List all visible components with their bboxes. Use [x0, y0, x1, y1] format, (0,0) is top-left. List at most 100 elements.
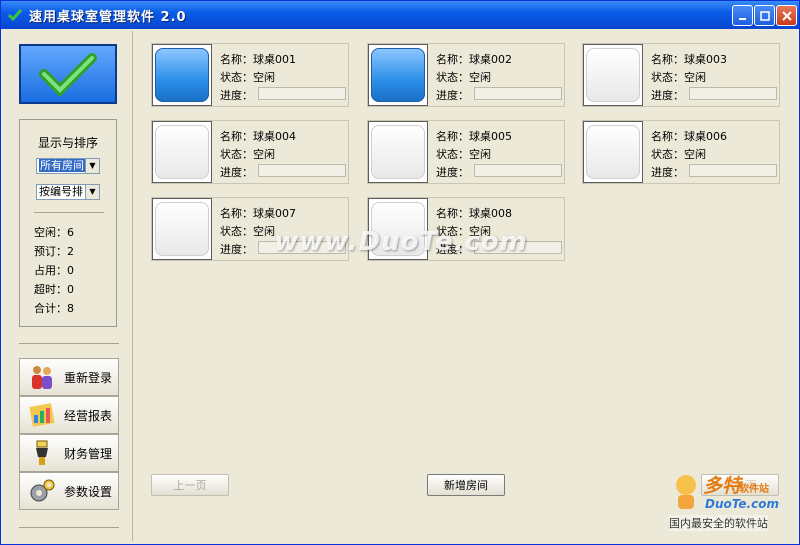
filter-panel: 显示与排序 所有房间 ▼ 按编号排 ▼ 空闲：6 预订：2 占用：0 超时：0 …: [19, 119, 117, 327]
mascot-icon: [676, 475, 696, 509]
table-progress-row: 进度：: [436, 164, 469, 180]
table-progress-row: 进度：: [220, 87, 253, 103]
sidebar: 显示与排序 所有房间 ▼ 按编号排 ▼ 空闲：6 预订：2 占用：0 超时：0 …: [7, 31, 133, 541]
table-name-row: 名称：球桌004: [220, 128, 296, 144]
name-label: 名称：: [436, 130, 469, 143]
table-status-row: 状态：空闲: [220, 69, 275, 85]
table-card[interactable]: 名称：球桌006 状态：空闲 进度：: [582, 120, 780, 184]
name-label: 名称：: [436, 207, 469, 220]
table-name: 球桌004: [253, 130, 296, 143]
table-status: 空闲: [684, 71, 706, 84]
finance-button[interactable]: 财务管理: [19, 434, 119, 472]
app-window: 速用桌球室管理软件 2.0 显示与排序 所有房间 ▼ 按编号排 ▼ 空闲：6 预…: [0, 0, 800, 545]
table-name: 球桌008: [469, 207, 512, 220]
minimize-button[interactable]: [732, 5, 753, 26]
table-name: 球桌007: [253, 207, 296, 220]
table-grid: 名称：球桌001 状态：空闲 进度： 名称：球桌002 状态：空闲 进度： 名称：球桌003…: [141, 31, 796, 541]
table-status-row: 状态：空闲: [436, 69, 491, 85]
table-progress-row: 进度：: [651, 87, 684, 103]
chevron-down-icon[interactable]: ▼: [85, 159, 99, 173]
brand-slogan: 国内最安全的软件站: [669, 515, 768, 531]
name-label: 名称：: [436, 53, 469, 66]
table-card[interactable]: 名称：球桌001 状态：空闲 进度：: [151, 43, 349, 107]
table-status-row: 状态：空闲: [651, 69, 706, 85]
nav-label: 财务管理: [64, 446, 113, 461]
sort-select[interactable]: 按编号排 ▼: [36, 184, 100, 200]
nav-buttons: 重新登录 经营报表 财务管理 参数设置: [19, 358, 119, 510]
table-card[interactable]: 名称：球桌003 状态：空闲 进度：: [582, 43, 780, 107]
name-label: 名称：: [651, 53, 684, 66]
table-progress-bar: [689, 164, 777, 177]
table-progress-bar: [258, 164, 346, 177]
status-label: 状态：: [651, 148, 684, 161]
stat-total: 合计：8: [34, 302, 74, 315]
table-thumbnail[interactable]: [152, 44, 212, 106]
close-icon: [781, 10, 792, 21]
table-name: 球桌006: [684, 130, 727, 143]
minimize-icon: [738, 17, 746, 20]
check-icon: [7, 9, 23, 22]
confirm-button[interactable]: [19, 44, 117, 104]
table-name: 球桌001: [253, 53, 296, 66]
stat-overtime: 超时：0: [34, 283, 74, 296]
divider: [34, 212, 104, 213]
chevron-down-icon[interactable]: ▼: [85, 185, 99, 199]
status-label: 状态：: [220, 71, 253, 84]
window-title: 速用桌球室管理软件 2.0: [29, 9, 187, 25]
close-button[interactable]: [776, 5, 797, 26]
prev-page-button[interactable]: 上一页: [151, 474, 229, 496]
progress-label: 进度：: [651, 166, 684, 179]
maximize-button[interactable]: [754, 5, 775, 26]
table-name-row: 名称：球桌007: [220, 205, 296, 221]
gear-icon: [30, 479, 55, 502]
status-label: 状态：: [436, 148, 469, 161]
brand-tag: 软件站: [739, 484, 769, 495]
table-status-swatch: [586, 48, 640, 102]
title-bar[interactable]: 速用桌球室管理软件 2.0: [1, 1, 799, 29]
table-status-swatch: [155, 125, 209, 179]
table-card[interactable]: 名称：球桌004 状态：空闲 进度：: [151, 120, 349, 184]
table-status: 空闲: [253, 71, 275, 84]
divider: [19, 343, 119, 344]
checkmark-icon: [39, 53, 97, 96]
name-label: 名称：: [651, 130, 684, 143]
filter-select[interactable]: 所有房间 ▼: [36, 158, 100, 174]
progress-label: 进度：: [220, 89, 253, 102]
chart-icon: [29, 403, 55, 427]
add-room-button[interactable]: 新增房间: [427, 474, 505, 496]
table-thumbnail[interactable]: [583, 121, 643, 183]
stat-reserved: 预订：2: [34, 245, 74, 258]
report-button[interactable]: 经营报表: [19, 396, 119, 434]
brand-name: 多特: [703, 475, 742, 497]
table-name-row: 名称：球桌001: [220, 51, 296, 67]
table-status: 空闲: [253, 148, 275, 161]
watermark-text: www.DuoTe.com: [274, 227, 528, 257]
table-card[interactable]: 名称：球桌005 状态：空闲 进度：: [367, 120, 565, 184]
status-label: 状态：: [651, 71, 684, 84]
table-thumbnail[interactable]: [368, 44, 428, 106]
divider: [19, 527, 119, 528]
stat-free: 空闲：6: [34, 226, 74, 239]
table-name-row: 名称：球桌006: [651, 128, 727, 144]
status-label: 状态：: [220, 148, 253, 161]
name-label: 名称：: [220, 207, 253, 220]
progress-label: 进度：: [651, 89, 684, 102]
relogin-button[interactable]: 重新登录: [19, 358, 119, 396]
table-thumbnail[interactable]: [583, 44, 643, 106]
table-card[interactable]: 名称：球桌002 状态：空闲 进度：: [367, 43, 565, 107]
table-name: 球桌002: [469, 53, 512, 66]
table-name-row: 名称：球桌005: [436, 128, 512, 144]
name-label: 名称：: [220, 53, 253, 66]
table-status-row: 状态：空闲: [220, 146, 275, 162]
table-progress-bar: [689, 87, 777, 100]
table-progress-row: 进度：: [651, 164, 684, 180]
panel-title: 显示与排序: [37, 136, 98, 150]
nav-label: 重新登录: [64, 370, 113, 385]
cashier-icon: [36, 440, 48, 465]
table-thumbnail[interactable]: [368, 121, 428, 183]
table-name-row: 名称：球桌008: [436, 205, 512, 221]
settings-button[interactable]: 参数设置: [19, 472, 119, 510]
table-thumbnail[interactable]: [152, 121, 212, 183]
name-label: 名称：: [220, 130, 253, 143]
table-status-swatch: [371, 48, 425, 102]
